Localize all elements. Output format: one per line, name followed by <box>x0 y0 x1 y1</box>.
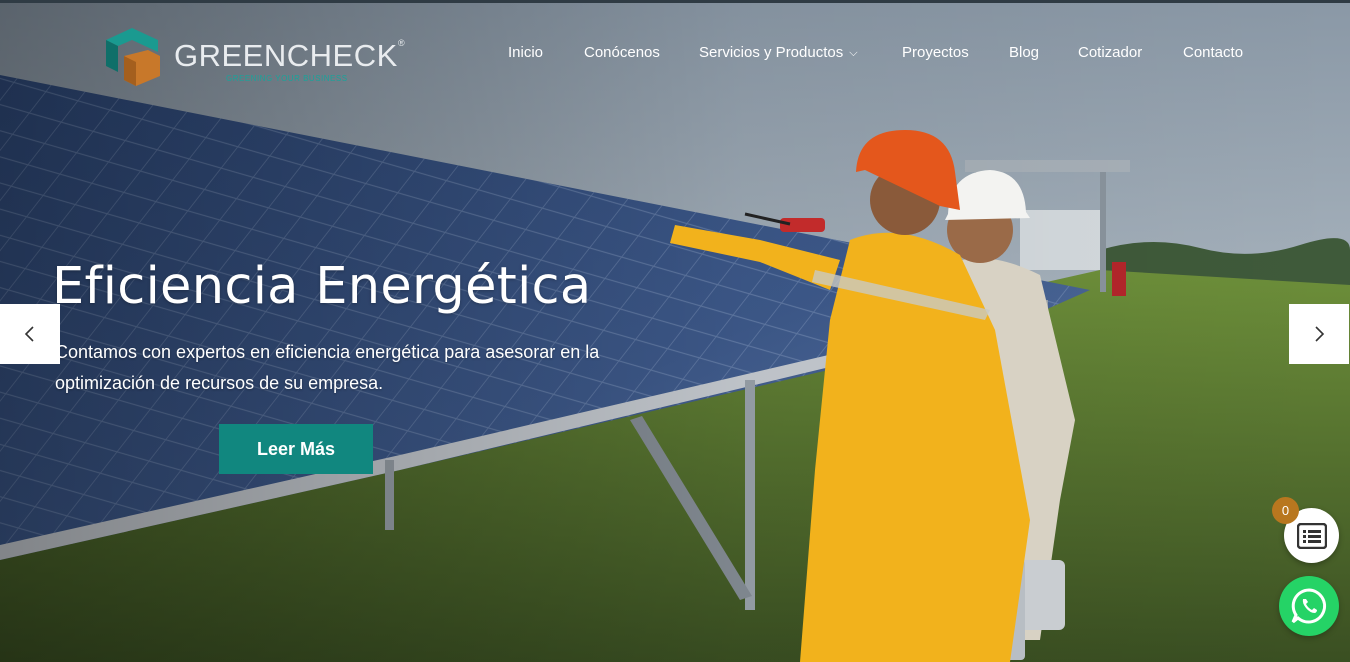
nav-item-inicio[interactable]: Inicio <box>508 44 543 61</box>
brand-tagline: GREENING YOUR BUSINESS <box>226 74 348 83</box>
list-count-badge: 0 <box>1272 497 1299 524</box>
chevron-right-icon <box>1315 326 1325 342</box>
nav-item-servicios-label: Servicios y Productos <box>699 44 844 61</box>
chevron-left-icon <box>24 326 34 342</box>
nav-item-conocenos[interactable]: Conócenos <box>584 44 660 61</box>
logo-mark-icon <box>106 28 160 86</box>
slider-prev-button[interactable] <box>0 304 60 364</box>
nav-item-blog[interactable]: Blog <box>1009 44 1039 61</box>
list-icon <box>1296 522 1327 549</box>
top-border-line <box>0 0 1350 3</box>
whatsapp-button[interactable] <box>1279 576 1339 636</box>
whatsapp-icon <box>1291 588 1327 624</box>
nav-item-cotizador[interactable]: Cotizador <box>1078 44 1142 61</box>
chevron-down-icon: ⌵ <box>849 47 858 59</box>
registered-mark: ® <box>398 38 405 48</box>
hero-slider <box>0 0 1350 662</box>
hero-subtitle: Contamos con expertos en eficiencia ener… <box>55 342 600 393</box>
nav-item-contacto[interactable]: Contacto <box>1183 44 1243 61</box>
slider-next-button[interactable] <box>1289 304 1349 364</box>
hero-background-image <box>0 0 1350 662</box>
brand-logo[interactable]: GREENCHECK ® GREENING YOUR BUSINESS <box>104 26 414 90</box>
nav-item-proyectos[interactable]: Proyectos <box>902 44 969 61</box>
brand-name: GREENCHECK <box>174 38 398 73</box>
hero-title: Eficiencia Energética <box>52 257 592 316</box>
read-more-button[interactable]: Leer Más <box>219 424 373 474</box>
nav-item-servicios[interactable]: Servicios y Productos ⌵ <box>699 44 858 61</box>
